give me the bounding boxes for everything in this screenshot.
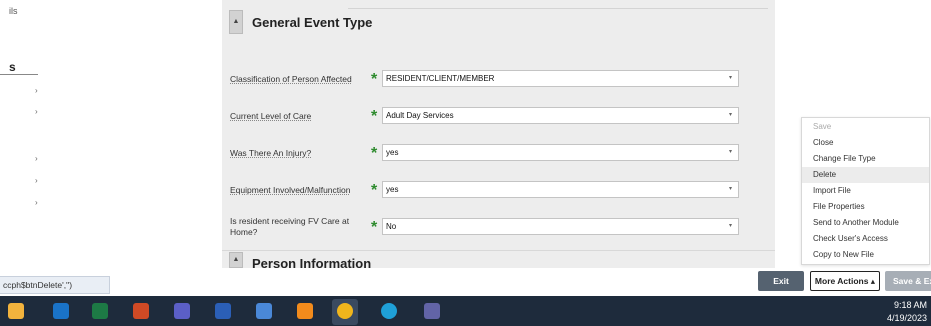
more-actions-button[interactable]: More Actions ▴: [810, 271, 880, 291]
left-sidebar: ils s › › › › ›: [0, 0, 222, 268]
chevron-down-icon: ▾: [728, 186, 732, 192]
menu-item-import-file[interactable]: Import File: [802, 183, 929, 199]
required-icon: *: [371, 182, 378, 199]
excel-icon[interactable]: [92, 303, 108, 319]
collapse-toggle-icon[interactable]: ▲: [229, 10, 243, 34]
clock-time: 9:18 AM: [893, 300, 927, 310]
top-divider: [348, 8, 768, 9]
field-label: Classification of Person Affected: [230, 74, 352, 84]
level-of-care-select[interactable]: Adult Day Services ▾: [382, 107, 739, 124]
select-value: yes: [386, 185, 399, 194]
select-value: Adult Day Services: [386, 111, 454, 120]
exit-button[interactable]: Exit: [758, 271, 804, 291]
sidebar-expand-icon[interactable]: ›: [35, 176, 38, 185]
windows-taskbar: 9:18 AM 4/19/2023: [0, 296, 931, 326]
section-title-person-information: Person Information: [252, 256, 372, 271]
field-label: Is resident receiving FV Care at Home?: [230, 216, 350, 237]
status-bar-url: ccph$btnDelete',''): [0, 276, 110, 294]
teams-chat-icon[interactable]: [424, 303, 440, 319]
menu-item-copy-to-new-file[interactable]: Copy to New File: [802, 247, 929, 263]
required-icon: *: [371, 145, 378, 162]
sidebar-expand-icon[interactable]: ›: [35, 86, 38, 95]
menu-item-change-file-type[interactable]: Change File Type: [802, 151, 929, 167]
system-clock[interactable]: 9:18 AM 4/19/2023: [887, 299, 927, 325]
more-actions-menu: Save Close Change File Type Delete Impor…: [801, 117, 930, 265]
menu-item-close[interactable]: Close: [802, 135, 929, 151]
sidebar-heading: s: [9, 60, 16, 74]
app-icon[interactable]: [297, 303, 313, 319]
menu-item-file-properties[interactable]: File Properties: [802, 199, 929, 215]
required-icon: *: [371, 71, 378, 88]
chevron-down-icon: ▾: [728, 112, 732, 118]
sidebar-expand-icon[interactable]: ›: [35, 107, 38, 116]
menu-item-check-users-access[interactable]: Check User's Access: [802, 231, 929, 247]
injury-select[interactable]: yes ▾: [382, 144, 739, 161]
menu-item-send-to-another-module[interactable]: Send to Another Module: [802, 215, 929, 231]
field-label: Equipment Involved/Malfunction: [230, 185, 351, 195]
sidebar-top-text: ils: [9, 6, 18, 16]
section-title-general-event-type: General Event Type: [252, 15, 373, 30]
save-and-exit-button[interactable]: Save & Exit: [885, 271, 931, 291]
network-icon[interactable]: [256, 303, 272, 319]
chevron-down-icon: ▾: [728, 75, 732, 81]
field-label: Was There An Injury?: [230, 148, 312, 158]
menu-item-delete[interactable]: Delete: [802, 167, 929, 183]
select-value: yes: [386, 148, 399, 157]
chevron-down-icon: ▾: [728, 223, 732, 229]
sidebar-expand-icon[interactable]: ›: [35, 198, 38, 207]
word-icon[interactable]: [215, 303, 231, 319]
chevron-down-icon: ▾: [728, 149, 732, 155]
equipment-select[interactable]: yes ▾: [382, 181, 739, 198]
clock-date: 4/19/2023: [886, 313, 927, 323]
teams-icon[interactable]: [174, 303, 190, 319]
field-label: Current Level of Care: [230, 111, 312, 121]
event-form-panel: ▲ General Event Type Classification of P…: [222, 0, 775, 271]
menu-item-save: Save: [813, 122, 832, 131]
powerpoint-icon[interactable]: [133, 303, 149, 319]
select-value: No: [386, 222, 397, 231]
chrome-icon[interactable]: [337, 303, 353, 319]
required-icon: *: [371, 219, 378, 236]
outlook-icon[interactable]: [53, 303, 69, 319]
collapse-toggle-icon[interactable]: ▲: [229, 252, 243, 268]
sidebar-expand-icon[interactable]: ›: [35, 154, 38, 163]
sidebar-divider: [0, 74, 38, 75]
required-icon: *: [371, 108, 378, 125]
section-divider: [222, 250, 775, 251]
fv-care-select[interactable]: No ▾: [382, 218, 739, 235]
file-explorer-icon[interactable]: [8, 303, 24, 319]
select-value: RESIDENT/CLIENT/MEMBER: [386, 74, 495, 83]
edge-icon[interactable]: [381, 303, 397, 319]
classification-select[interactable]: RESIDENT/CLIENT/MEMBER ▾: [382, 70, 739, 87]
